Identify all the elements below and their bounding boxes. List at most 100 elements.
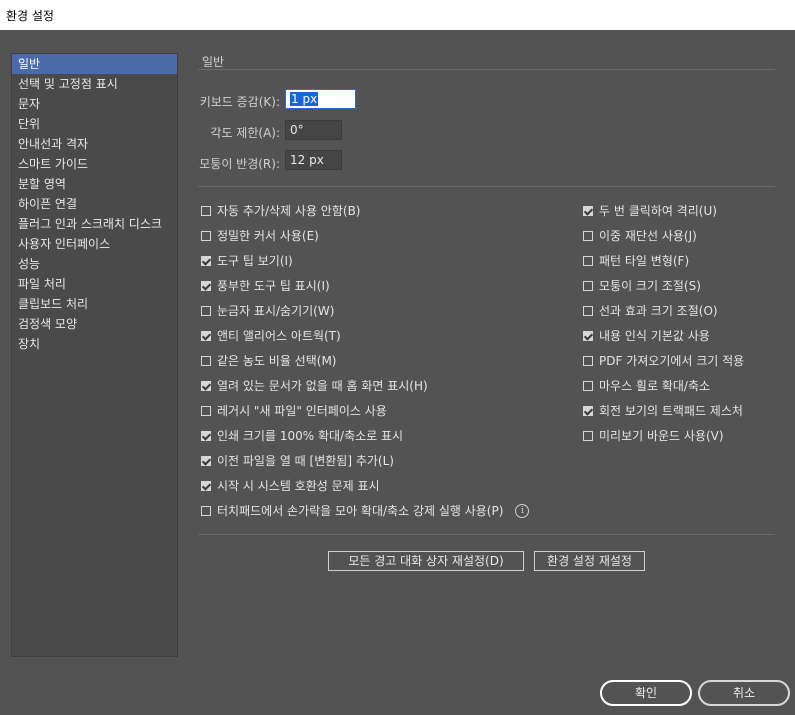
checkbox-row[interactable]: 인쇄 크기를 100% 확대/축소로 표시 bbox=[201, 427, 403, 445]
info-icon[interactable]: i bbox=[515, 504, 530, 518]
checkbox[interactable] bbox=[201, 406, 211, 416]
constrain-angle-field[interactable]: 0° bbox=[285, 120, 342, 140]
checkbox-label: 두 번 클릭하여 격리(U) bbox=[599, 204, 717, 218]
checkbox-label: 모퉁이 크기 조절(S) bbox=[599, 279, 701, 293]
sidebar-item-file-handling[interactable]: 파일 처리 bbox=[12, 274, 177, 294]
window-title: 환경 설정 bbox=[6, 9, 54, 23]
checkbox-row[interactable]: 마우스 휠로 확대/축소 bbox=[583, 377, 710, 395]
checkbox-row[interactable]: 패턴 타일 변형(F) bbox=[583, 252, 689, 270]
checkbox-label: 같은 농도 비율 선택(M) bbox=[217, 354, 337, 368]
checkbox[interactable] bbox=[201, 381, 211, 391]
keyboard-increment-value: 1 px bbox=[290, 92, 319, 106]
checkbox-label: 내용 인식 기본값 사용 bbox=[599, 329, 710, 343]
section-title: 일반 bbox=[202, 55, 225, 69]
corner-radius-label: 모퉁이 반경(R): bbox=[199, 157, 280, 171]
divider bbox=[198, 186, 775, 187]
checkbox-row[interactable]: 이중 재단선 사용(J) bbox=[583, 227, 697, 245]
checkbox-label: 선과 효과 크기 조절(O) bbox=[599, 304, 718, 318]
checkbox-row[interactable]: 풍부한 도구 팁 표시(I) bbox=[201, 277, 330, 295]
checkbox-label: 눈금자 표시/숨기기(W) bbox=[217, 304, 335, 318]
checkbox[interactable] bbox=[201, 506, 211, 516]
checkbox-row[interactable]: 레거시 "새 파일" 인터페이스 사용 bbox=[201, 402, 387, 420]
corner-radius-field[interactable]: 12 px bbox=[285, 150, 342, 170]
checkbox[interactable] bbox=[201, 206, 211, 216]
checkbox[interactable] bbox=[583, 206, 593, 216]
checkbox-row[interactable]: 이전 파일을 열 때 [변환됨] 추가(L) bbox=[201, 452, 394, 470]
checkbox[interactable] bbox=[583, 406, 593, 416]
checkbox-label: 도구 팁 보기(I) bbox=[217, 254, 293, 268]
checkbox[interactable] bbox=[201, 331, 211, 341]
checkbox-label: 터치패드에서 손가락을 모아 확대/축소 강제 실행 사용(P) bbox=[217, 504, 504, 518]
checkbox[interactable] bbox=[201, 481, 211, 491]
sidebar-item-clipboard[interactable]: 클립보드 처리 bbox=[12, 294, 177, 314]
checkbox-label: 열려 있는 문서가 없을 때 홈 화면 표시(H) bbox=[217, 379, 428, 393]
checkbox-row[interactable]: 선과 효과 크기 조절(O) bbox=[583, 302, 718, 320]
constrain-angle-label: 각도 제한(A): bbox=[210, 126, 280, 140]
checkbox[interactable] bbox=[583, 331, 593, 341]
sidebar-item-hyphenation[interactable]: 하이픈 연결 bbox=[12, 194, 177, 214]
checkbox-row[interactable]: 모퉁이 크기 조절(S) bbox=[583, 277, 701, 295]
ok-button[interactable]: 확인 bbox=[600, 680, 692, 706]
sidebar-item-user-interface[interactable]: 사용자 인터페이스 bbox=[12, 234, 177, 254]
checkbox[interactable] bbox=[583, 231, 593, 241]
checkbox-row[interactable]: 앤티 앨리어스 아트웍(T) bbox=[201, 327, 341, 345]
checkbox-row[interactable]: 같은 농도 비율 선택(M) bbox=[201, 352, 336, 370]
divider bbox=[198, 534, 775, 535]
checkbox-row[interactable]: 정밀한 커서 사용(E) bbox=[201, 227, 319, 245]
preferences-sidebar: 일반 선택 및 고정점 표시 문자 단위 안내선과 격자 스마트 가이드 분할 … bbox=[11, 53, 178, 657]
checkbox[interactable] bbox=[201, 306, 211, 316]
checkbox-row[interactable]: 열려 있는 문서가 없을 때 홈 화면 표시(H) bbox=[201, 377, 428, 395]
checkbox-label: PDF 가져오기에서 크기 적용 bbox=[599, 354, 745, 368]
sidebar-item-units[interactable]: 단위 bbox=[12, 114, 177, 134]
sidebar-item-type[interactable]: 문자 bbox=[12, 94, 177, 114]
sidebar-item-smart-guides[interactable]: 스마트 가이드 bbox=[12, 154, 177, 174]
checkbox-row[interactable]: 자동 추가/삭제 사용 안함(B) bbox=[201, 202, 360, 220]
sidebar-item-black-appearance[interactable]: 검정색 모양 bbox=[12, 314, 177, 334]
checkbox-row[interactable]: 도구 팁 보기(I) bbox=[201, 252, 293, 270]
checkbox[interactable] bbox=[583, 281, 593, 291]
checkbox[interactable] bbox=[583, 356, 593, 366]
checkbox-row[interactable]: PDF 가져오기에서 크기 적용 bbox=[583, 352, 744, 370]
checkbox[interactable] bbox=[583, 256, 593, 266]
checkbox[interactable] bbox=[583, 306, 593, 316]
checkbox-label: 시작 시 시스템 호환성 문제 표시 bbox=[217, 479, 380, 493]
checkbox-row[interactable]: 터치패드에서 손가락을 모아 확대/축소 강제 실행 사용(P) i bbox=[201, 502, 530, 520]
reset-warnings-button[interactable]: 모든 경고 대화 상자 재설정(D) bbox=[328, 551, 524, 571]
sidebar-item-selection-anchor[interactable]: 선택 및 고정점 표시 bbox=[12, 74, 177, 94]
keyboard-increment-label: 키보드 증감(K): bbox=[199, 95, 280, 109]
checkbox-label: 정밀한 커서 사용(E) bbox=[217, 229, 319, 243]
keyboard-increment-field[interactable]: 1 px bbox=[285, 89, 356, 109]
sidebar-item-performance[interactable]: 성능 bbox=[12, 254, 177, 274]
checkbox-row[interactable]: 내용 인식 기본값 사용 bbox=[583, 327, 710, 345]
checkbox-row[interactable]: 두 번 클릭하여 격리(U) bbox=[583, 202, 717, 220]
sidebar-item-devices[interactable]: 장치 bbox=[12, 334, 177, 354]
divider bbox=[198, 69, 775, 70]
title-bar: 환경 설정 bbox=[0, 0, 795, 30]
checkbox[interactable] bbox=[583, 431, 593, 441]
checkbox[interactable] bbox=[201, 231, 211, 241]
checkbox-row[interactable]: 시작 시 시스템 호환성 문제 표시 bbox=[201, 477, 380, 495]
checkbox-label: 이전 파일을 열 때 [변환됨] 추가(L) bbox=[217, 454, 394, 468]
checkbox-label: 자동 추가/삭제 사용 안함(B) bbox=[217, 204, 361, 218]
checkbox-label: 패턴 타일 변형(F) bbox=[599, 254, 690, 268]
checkbox-row[interactable]: 미리보기 바운드 사용(V) bbox=[583, 427, 724, 445]
checkbox-label: 앤티 앨리어스 아트웍(T) bbox=[217, 329, 341, 343]
reset-preferences-button[interactable]: 환경 설정 재설정 bbox=[534, 551, 645, 571]
checkbox[interactable] bbox=[201, 281, 211, 291]
checkbox-label: 레거시 "새 파일" 인터페이스 사용 bbox=[217, 404, 387, 418]
checkbox[interactable] bbox=[201, 431, 211, 441]
sidebar-item-guides-grid[interactable]: 안내선과 격자 bbox=[12, 134, 177, 154]
checkbox[interactable] bbox=[583, 381, 593, 391]
checkbox-label: 이중 재단선 사용(J) bbox=[599, 229, 697, 243]
checkbox-row[interactable]: 눈금자 표시/숨기기(W) bbox=[201, 302, 334, 320]
checkbox-label: 회전 보기의 트랙패드 제스처 bbox=[599, 404, 743, 418]
checkbox[interactable] bbox=[201, 256, 211, 266]
cancel-button[interactable]: 취소 bbox=[698, 680, 790, 706]
sidebar-item-plugins-scratch[interactable]: 플러그 인과 스크래치 디스크 bbox=[12, 214, 177, 234]
sidebar-item-general[interactable]: 일반 bbox=[12, 54, 177, 74]
checkbox-row[interactable]: 회전 보기의 트랙패드 제스처 bbox=[583, 402, 743, 420]
checkbox-label: 풍부한 도구 팁 표시(I) bbox=[217, 279, 330, 293]
sidebar-item-slices[interactable]: 분할 영역 bbox=[12, 174, 177, 194]
checkbox[interactable] bbox=[201, 456, 211, 466]
checkbox[interactable] bbox=[201, 356, 211, 366]
